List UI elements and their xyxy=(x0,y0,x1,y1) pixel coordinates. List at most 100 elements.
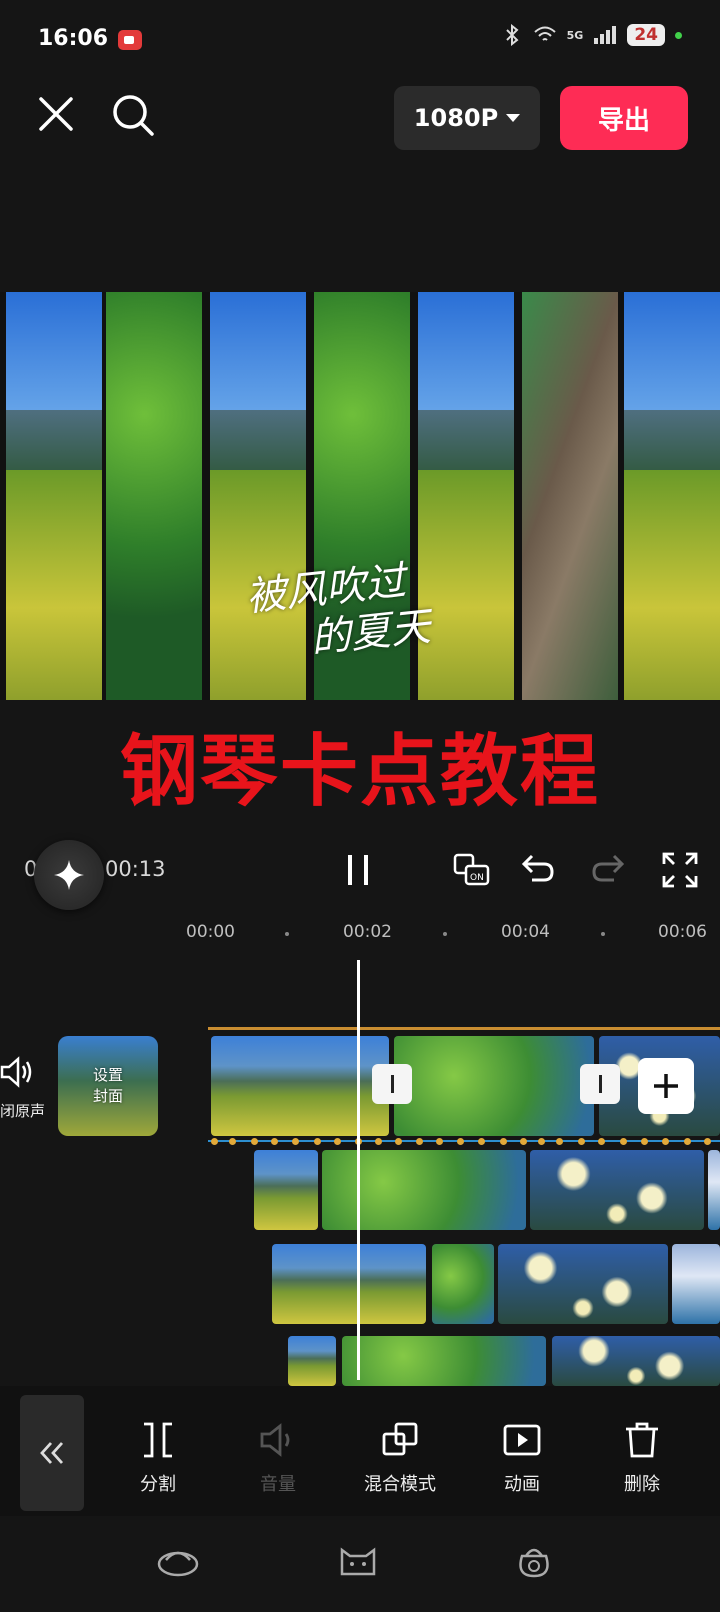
ruler-label: 00:04 xyxy=(501,922,550,942)
add-clip-button[interactable] xyxy=(638,1058,694,1114)
beat-marker xyxy=(598,1138,605,1145)
ruler-label: 00:06 xyxy=(658,922,707,942)
beat-marker xyxy=(271,1138,278,1145)
playhead[interactable] xyxy=(357,960,360,1380)
beat-marker xyxy=(314,1138,321,1145)
overlay-clip[interactable] xyxy=(288,1336,336,1386)
beat-marker xyxy=(211,1138,218,1145)
volume-tool[interactable]: 音量 xyxy=(228,1420,328,1496)
split-icon xyxy=(144,1422,172,1458)
overlay-clip[interactable] xyxy=(708,1150,720,1230)
volume-icon xyxy=(260,1423,290,1457)
beat-marker xyxy=(578,1138,585,1145)
transition-button[interactable] xyxy=(372,1064,412,1104)
preview-strip xyxy=(522,292,618,700)
search-icon[interactable] xyxy=(110,92,156,138)
volume-label: 音量 xyxy=(260,1474,296,1495)
delete-tool[interactable]: 删除 xyxy=(592,1420,692,1496)
title-overlay: 钢琴卡点教程 xyxy=(0,700,720,830)
keyframe-toggle-icon[interactable]: ON xyxy=(452,850,492,890)
cover-label-line-2: 封面 xyxy=(92,1087,123,1105)
beat-marker xyxy=(375,1138,382,1145)
beat-marker xyxy=(662,1138,669,1145)
close-icon[interactable] xyxy=(36,94,76,134)
pause-button[interactable] xyxy=(346,855,372,885)
resolution-dropdown[interactable]: 1080P xyxy=(394,86,540,150)
transition-button[interactable] xyxy=(580,1064,620,1104)
preview-strip xyxy=(106,292,202,700)
svg-text:ON: ON xyxy=(470,873,484,883)
blend-mode-tool[interactable]: 混合模式 xyxy=(350,1420,450,1496)
overlay-clip[interactable] xyxy=(498,1244,668,1324)
resolution-label: 1080P xyxy=(413,104,499,132)
ruler-dot xyxy=(443,932,447,936)
delete-label: 删除 xyxy=(624,1474,660,1495)
status-icons: 5G 24 xyxy=(501,24,682,46)
animation-tool[interactable]: 动画 xyxy=(472,1420,572,1496)
gold-ingot-icon[interactable] xyxy=(156,1542,200,1578)
overlay-clip[interactable] xyxy=(432,1244,494,1324)
battery-icon: 24 xyxy=(627,24,665,46)
cat-face-icon[interactable] xyxy=(336,1542,380,1578)
beat-marker xyxy=(457,1138,464,1145)
speaker-icon[interactable] xyxy=(0,1055,32,1089)
beat-marker xyxy=(556,1138,563,1145)
split-label: 分割 xyxy=(140,1474,176,1495)
trash-icon xyxy=(626,1422,658,1458)
beat-marker xyxy=(334,1138,341,1145)
signal-icon xyxy=(594,26,617,44)
overlay-clip[interactable] xyxy=(552,1336,720,1386)
beat-marker xyxy=(436,1138,443,1145)
beat-marker xyxy=(500,1138,507,1145)
beat-marker xyxy=(251,1138,258,1145)
fullscreen-icon[interactable] xyxy=(660,850,700,890)
indicator-dot xyxy=(675,31,682,39)
network-type: 5G xyxy=(566,28,584,42)
undo-icon[interactable] xyxy=(518,850,558,890)
wifi-icon xyxy=(533,26,556,41)
overlay-clip[interactable] xyxy=(272,1244,426,1324)
screen-record-icon xyxy=(118,30,142,50)
beat-marker xyxy=(478,1138,485,1145)
blend-mode-label: 混合模式 xyxy=(364,1474,436,1495)
mute-original-label[interactable]: 闭原声 xyxy=(0,1100,45,1121)
export-button[interactable]: 导出 xyxy=(560,86,688,150)
audio-beat-line xyxy=(208,1027,720,1030)
redo-icon[interactable] xyxy=(588,850,628,890)
beat-marker xyxy=(229,1138,236,1145)
ai-sparkle-button[interactable] xyxy=(34,840,104,910)
beat-marker xyxy=(704,1138,711,1145)
beat-marker xyxy=(520,1138,527,1145)
double-chevron-left-icon xyxy=(40,1442,64,1464)
preview-strip xyxy=(6,292,102,700)
video-clip[interactable] xyxy=(394,1036,594,1136)
split-tool[interactable]: 分割 xyxy=(108,1420,208,1496)
fortune-bag-icon[interactable] xyxy=(512,1542,556,1578)
status-time: 16:06 xyxy=(38,26,109,51)
overlay-clip[interactable] xyxy=(322,1150,526,1230)
blend-mode-icon xyxy=(382,1422,418,1456)
overlay-clip[interactable] xyxy=(530,1150,704,1230)
beat-marker xyxy=(538,1138,545,1145)
ruler-label: 00:02 xyxy=(343,922,392,942)
overlay-clip[interactable] xyxy=(254,1150,318,1230)
beat-marker xyxy=(620,1138,627,1145)
overlay-clip[interactable] xyxy=(342,1336,546,1386)
ruler-label: 00:00 xyxy=(186,922,235,942)
overlay-clip[interactable] xyxy=(672,1244,720,1324)
beat-marker xyxy=(416,1138,423,1145)
beat-marker xyxy=(641,1138,648,1145)
ruler-dot xyxy=(601,932,605,936)
set-cover-button[interactable]: 设置 封面 xyxy=(58,1036,158,1136)
preview-strip xyxy=(624,292,720,700)
video-clip[interactable] xyxy=(211,1036,389,1136)
animation-icon xyxy=(503,1424,541,1456)
sparkle-icon xyxy=(54,860,84,890)
cover-label-line-1: 设置 xyxy=(92,1066,123,1084)
plus-icon xyxy=(654,1074,678,1098)
beat-marker xyxy=(395,1138,402,1145)
beat-marker xyxy=(684,1138,691,1145)
collapse-button[interactable] xyxy=(20,1395,84,1511)
beat-marker xyxy=(292,1138,299,1145)
ruler-dot xyxy=(285,932,289,936)
